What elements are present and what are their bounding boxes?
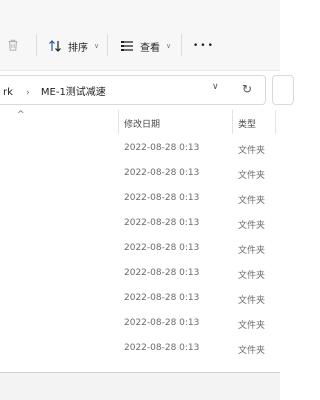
date-modified: 2022-08-28 0:13 bbox=[124, 318, 200, 328]
command-bar: 排序 ∨ 查看 ∨ ••• bbox=[0, 0, 280, 71]
list-item[interactable]: 2022-08-28 0:13 文件夹 bbox=[0, 162, 280, 187]
item-type: 文件夹 bbox=[238, 296, 266, 306]
sort-button[interactable]: 排序 ∨ bbox=[48, 34, 99, 58]
address-dropdown-icon[interactable]: ∨ bbox=[212, 82, 219, 92]
breadcrumb-parent[interactable]: rk bbox=[3, 87, 13, 98]
sort-icon bbox=[49, 40, 61, 52]
address-bar[interactable]: rk › ME-1测试减速 ∨ ↻ bbox=[0, 75, 266, 105]
item-type: 文件夹 bbox=[238, 271, 266, 281]
delete-button[interactable] bbox=[7, 35, 25, 55]
toolbar-separator bbox=[107, 34, 108, 56]
breadcrumb: rk › ME-1测试减速 bbox=[3, 83, 106, 98]
item-type: 文件夹 bbox=[238, 346, 266, 356]
search-box[interactable] bbox=[272, 75, 294, 105]
sort-label: 排序 bbox=[68, 42, 88, 54]
chevron-down-icon: ∨ bbox=[166, 42, 172, 50]
column-divider[interactable] bbox=[118, 110, 119, 134]
refresh-icon[interactable]: ↻ bbox=[242, 82, 252, 96]
date-modified: 2022-08-28 0:13 bbox=[124, 143, 200, 153]
column-divider[interactable] bbox=[232, 110, 233, 134]
chevron-right-icon: › bbox=[26, 88, 30, 98]
date-modified: 2022-08-28 0:13 bbox=[124, 218, 200, 228]
view-button[interactable]: 查看 ∨ bbox=[120, 34, 171, 58]
toolbar-separator bbox=[181, 34, 182, 56]
list-item[interactable]: 2022-08-28 0:13 文件夹 bbox=[0, 137, 280, 162]
sort-ascending-icon: ^ bbox=[17, 110, 25, 120]
list-item[interactable]: 2022-08-28 0:13 文件夹 bbox=[0, 312, 280, 337]
date-modified: 2022-08-28 0:13 bbox=[124, 268, 200, 278]
date-modified: 2022-08-28 0:13 bbox=[124, 343, 200, 353]
view-icon bbox=[121, 41, 133, 51]
date-modified: 2022-08-28 0:13 bbox=[124, 193, 200, 203]
toolbar-separator bbox=[36, 34, 37, 56]
more-options-button[interactable]: ••• bbox=[193, 34, 215, 58]
date-modified: 2022-08-28 0:13 bbox=[124, 293, 200, 303]
list-item[interactable]: 2022-08-28 0:13 文件夹 bbox=[0, 337, 280, 362]
chevron-down-icon: ∨ bbox=[94, 42, 100, 50]
list-item[interactable]: 2022-08-28 0:13 文件夹 bbox=[0, 262, 280, 287]
date-modified: 2022-08-28 0:13 bbox=[124, 243, 200, 253]
more-icon: ••• bbox=[193, 41, 215, 51]
column-header-modified[interactable]: 修改日期 bbox=[124, 117, 160, 130]
item-type: 文件夹 bbox=[238, 196, 266, 206]
status-bar bbox=[0, 373, 280, 400]
item-type: 文件夹 bbox=[238, 171, 266, 181]
column-header-type[interactable]: 类型 bbox=[238, 117, 256, 130]
item-type: 文件夹 bbox=[238, 146, 266, 156]
trash-icon bbox=[8, 39, 18, 51]
list-item[interactable]: 2022-08-28 0:13 文件夹 bbox=[0, 287, 280, 312]
item-type: 文件夹 bbox=[238, 221, 266, 231]
view-label: 查看 bbox=[140, 42, 160, 54]
list-item[interactable]: 2022-08-28 0:13 文件夹 bbox=[0, 237, 280, 262]
item-type: 文件夹 bbox=[238, 321, 266, 331]
date-modified: 2022-08-28 0:13 bbox=[124, 168, 200, 178]
breadcrumb-current[interactable]: ME-1测试减速 bbox=[41, 87, 106, 98]
list-item[interactable]: 2022-08-28 0:13 文件夹 bbox=[0, 212, 280, 237]
column-divider[interactable] bbox=[275, 110, 276, 134]
list-item[interactable]: 2022-08-28 0:13 文件夹 bbox=[0, 187, 280, 212]
item-type: 文件夹 bbox=[238, 246, 266, 256]
